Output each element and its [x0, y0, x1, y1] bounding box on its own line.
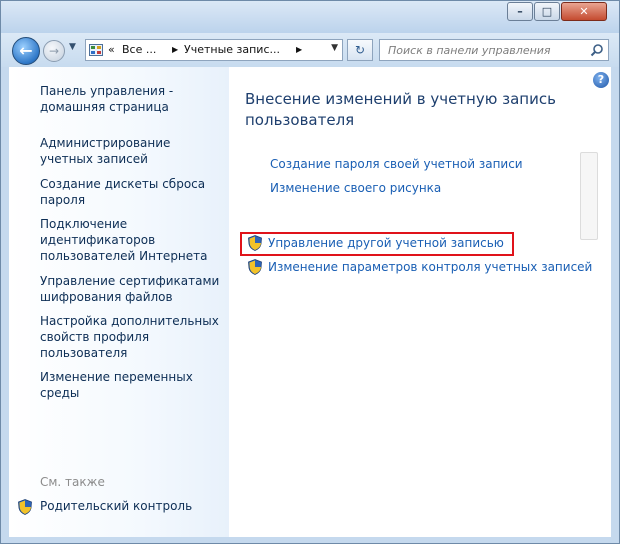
- sidebar-link-password-reset-disk[interactable]: Создание дискеты сброса пароля: [40, 176, 225, 208]
- shield-icon: [248, 259, 262, 275]
- scrollbar-thumb[interactable]: [580, 152, 598, 240]
- content-area: Панель управления - домашняя страница Ад…: [9, 67, 611, 537]
- close-button[interactable]: ✕: [561, 2, 607, 21]
- control-panel-icon: [89, 44, 103, 56]
- breadcrumb-user-accounts[interactable]: Учетные запис...: [184, 43, 280, 56]
- search-input[interactable]: Поиск в панели управления: [379, 39, 609, 61]
- sidebar-link-home[interactable]: Панель управления - домашняя страница: [40, 83, 225, 115]
- minimize-button[interactable]: –: [507, 2, 533, 21]
- maximize-button[interactable]: □: [534, 2, 560, 21]
- control-panel-window: – □ ✕ ← → ▼ « Все ... ▶ Учетные запис...…: [0, 0, 620, 544]
- sidebar-link-parental-control[interactable]: Родительский контроль: [40, 499, 192, 513]
- search-placeholder: Поиск в панели управления: [388, 44, 551, 57]
- task-change-uac-settings[interactable]: Изменение параметров контроля учетных за…: [268, 260, 592, 274]
- refresh-button[interactable]: ↻: [347, 39, 373, 61]
- sidebar-link-advanced-profile[interactable]: Настройка дополнительных свойств профиля…: [40, 313, 225, 361]
- navigation-bar: ← → ▼ « Все ... ▶ Учетные запис... ▶ ▼ ↻…: [1, 33, 619, 67]
- window-bottom-border: [1, 537, 619, 543]
- task-manage-another-account[interactable]: Управление другой учетной записью: [268, 236, 504, 250]
- sidebar-link-manage-accounts[interactable]: Администрирование учетных записей: [40, 135, 225, 167]
- breadcrumb-overflow[interactable]: «: [108, 43, 115, 56]
- breadcrumb-separator-icon[interactable]: ▶: [296, 45, 302, 54]
- address-dropdown-icon[interactable]: ▼: [331, 43, 338, 53]
- shield-icon: [248, 235, 262, 251]
- forward-button[interactable]: →: [43, 40, 65, 62]
- breadcrumb-all-items[interactable]: Все ...: [122, 43, 156, 56]
- task-create-password[interactable]: Создание пароля своей учетной записи: [270, 157, 523, 171]
- page-title: Внесение изменений в учетную запись поль…: [245, 90, 556, 129]
- see-also-heading: См. также: [40, 475, 105, 489]
- sidebar-link-environment-variables[interactable]: Изменение переменных среды: [40, 369, 225, 401]
- title-bar[interactable]: – □ ✕: [1, 1, 619, 33]
- back-button[interactable]: ←: [12, 37, 40, 65]
- address-bar[interactable]: « Все ... ▶ Учетные запис... ▶ ▼: [85, 39, 343, 61]
- sidebar-link-encryption-certificates[interactable]: Управление сертификатами шифрования файл…: [40, 273, 225, 305]
- task-pane: Панель управления - домашняя страница Ад…: [9, 67, 229, 537]
- shield-icon: [18, 499, 32, 515]
- task-change-picture[interactable]: Изменение своего рисунка: [270, 181, 441, 195]
- search-icon[interactable]: [590, 43, 604, 57]
- breadcrumb-separator-icon[interactable]: ▶: [172, 45, 178, 54]
- recent-pages-dropdown[interactable]: ▼: [69, 42, 76, 52]
- sidebar-link-online-ids[interactable]: Подключение идентификаторов пользователе…: [40, 216, 225, 264]
- help-icon[interactable]: ?: [593, 72, 609, 88]
